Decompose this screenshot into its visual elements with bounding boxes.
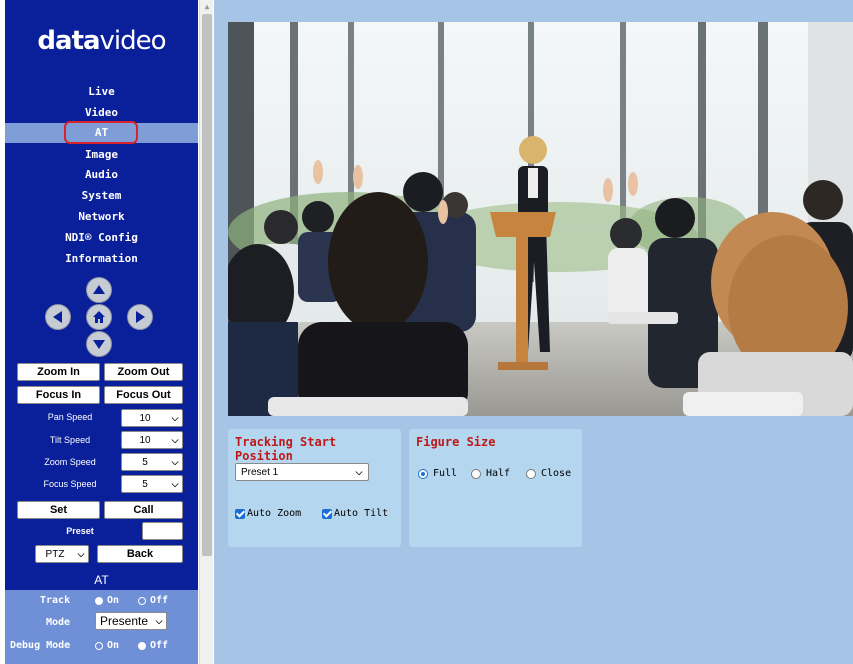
pan-speed-label: Pan Speed	[47, 412, 93, 422]
focus-in-button[interactable]: Focus In	[17, 386, 100, 404]
chevron-down-icon: ⌵	[77, 548, 85, 559]
chevron-down-icon: ⌵	[355, 466, 363, 477]
chevron-down-icon: ⌵	[155, 615, 163, 626]
pan-left-button[interactable]	[45, 304, 71, 330]
auto-tilt-checkbox[interactable]: Auto Tilt	[322, 508, 388, 519]
tilt-speed-label: Tilt Speed	[49, 435, 91, 445]
conference-scene-image	[228, 22, 853, 416]
sidebar: datavideo Live Video AT Image Audio Syst…	[5, 0, 198, 664]
figure-size-close-radio[interactable]: Close	[526, 468, 571, 479]
radio-selected-icon	[95, 596, 103, 605]
radio-unselected-icon	[526, 468, 536, 479]
arrow-up-icon	[93, 285, 105, 294]
radio-unselected-icon	[95, 641, 103, 650]
focus-speed-label: Focus Speed	[43, 479, 97, 489]
debug-on-radio[interactable]: On	[95, 640, 119, 651]
nav-item-video[interactable]: Video	[5, 103, 198, 123]
track-on-radio[interactable]: On	[95, 595, 119, 606]
arrow-down-icon	[93, 340, 105, 349]
tracking-preset-select[interactable]: Preset 1 ⌵	[235, 463, 369, 481]
zoom-speed-select[interactable]: 5 ⌵	[121, 453, 183, 471]
figure-size-half-radio[interactable]: Half	[471, 468, 510, 479]
chevron-down-icon: ⌵	[171, 478, 179, 489]
track-label: Track	[40, 595, 71, 606]
nav-item-audio[interactable]: Audio	[5, 165, 198, 185]
arrow-left-icon	[53, 311, 62, 323]
figure-size-full-radio[interactable]: Full	[418, 468, 457, 479]
zoom-out-button[interactable]: Zoom Out	[104, 363, 183, 381]
home-icon	[93, 311, 105, 323]
at-section-title: AT	[94, 573, 109, 587]
nav-item-image[interactable]: Image	[5, 145, 198, 165]
arrow-right-icon	[136, 311, 145, 323]
ptz-mode-select[interactable]: PTZ ⌵	[35, 545, 89, 563]
datavideo-logo: datavideo	[37, 26, 166, 56]
preset-input[interactable]	[142, 522, 183, 540]
track-off-radio[interactable]: Off	[138, 595, 168, 606]
call-button[interactable]: Call	[104, 501, 183, 519]
debug-mode-label: Debug Mode	[10, 640, 71, 651]
focus-out-button[interactable]: Focus Out	[104, 386, 183, 404]
chevron-down-icon: ⌵	[171, 456, 179, 467]
pan-right-button[interactable]	[127, 304, 153, 330]
sidebar-scrollbar[interactable]: ▲	[199, 0, 213, 664]
radio-selected-icon	[418, 468, 428, 479]
main-content: Tracking Start Position Preset 1 ⌵ Auto Z…	[214, 0, 853, 664]
figure-size-title: Figure Size	[416, 435, 496, 449]
zoom-speed-label: Zoom Speed	[44, 457, 96, 467]
checkbox-checked-icon	[235, 508, 245, 519]
at-panel: Track On Off Mode Presente ⌵ Debug Mode O…	[5, 590, 198, 664]
back-button[interactable]: Back	[97, 545, 183, 563]
scroll-up-icon[interactable]: ▲	[200, 2, 214, 12]
home-button[interactable]	[86, 304, 112, 330]
scrollbar-thumb[interactable]	[202, 14, 212, 556]
radio-selected-icon	[138, 641, 146, 650]
checkbox-checked-icon	[322, 508, 332, 519]
nav-item-system[interactable]: System	[5, 186, 198, 206]
tracking-start-position-panel: Tracking Start Position Preset 1 ⌵ Auto Z…	[228, 429, 401, 547]
debug-off-radio[interactable]: Off	[138, 640, 168, 651]
tilt-speed-select[interactable]: 10 ⌵	[121, 431, 183, 449]
live-video-preview	[228, 22, 853, 416]
nav-item-live[interactable]: Live	[5, 82, 198, 102]
nav-item-at[interactable]: AT	[5, 123, 198, 143]
at-mode-select[interactable]: Presente ⌵	[95, 612, 167, 630]
top-strip	[214, 0, 853, 22]
figure-size-panel: Figure Size Full Half Close	[409, 429, 582, 547]
tilt-down-button[interactable]	[86, 331, 112, 357]
chevron-down-icon: ⌵	[171, 412, 179, 423]
mode-label: Mode	[46, 617, 71, 628]
tilt-up-button[interactable]	[86, 277, 112, 303]
nav-item-information[interactable]: Information	[5, 249, 198, 269]
nav-item-ndi-config[interactable]: NDI® Config	[5, 228, 198, 248]
radio-unselected-icon	[138, 596, 146, 605]
chevron-down-icon: ⌵	[171, 434, 179, 445]
preset-label: Preset	[66, 526, 94, 536]
tracking-start-position-title: Tracking Start Position	[235, 435, 337, 463]
pan-speed-select[interactable]: 10 ⌵	[121, 409, 183, 427]
radio-unselected-icon	[471, 468, 481, 479]
auto-zoom-checkbox[interactable]: Auto Zoom	[235, 508, 301, 519]
set-button[interactable]: Set	[17, 501, 100, 519]
nav-item-network[interactable]: Network	[5, 207, 198, 227]
zoom-in-button[interactable]: Zoom In	[17, 363, 100, 381]
focus-speed-select[interactable]: 5 ⌵	[121, 475, 183, 493]
